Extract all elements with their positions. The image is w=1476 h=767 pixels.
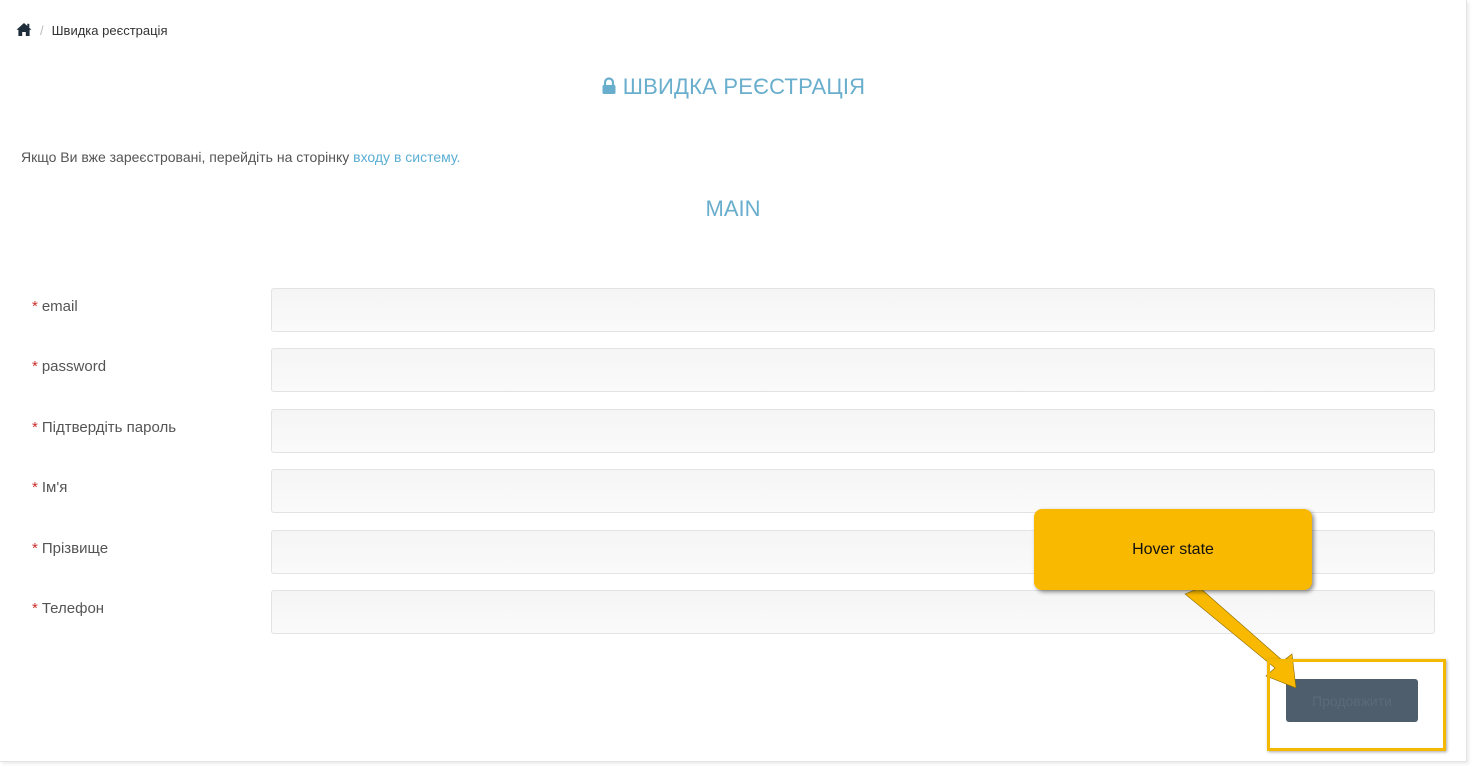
confirm-password-label: * Підтвердіть пароль	[32, 419, 177, 436]
email-row: * email	[0, 288, 1466, 332]
home-icon[interactable]	[16, 22, 32, 38]
registration-page: / Швидка реєстрація ШВИДКА РЕЄСТРАЦІЯ Як…	[0, 0, 1467, 762]
lock-icon	[601, 75, 617, 101]
confirm-password-field[interactable]	[271, 409, 1435, 453]
breadcrumb-current: Швидка реєстрація	[51, 22, 168, 38]
required-mark: *	[32, 298, 38, 315]
last-name-label: * Прізвище	[32, 540, 109, 557]
required-mark: *	[32, 358, 38, 375]
password-label: * password	[32, 358, 107, 375]
login-link[interactable]: входу в систему.	[353, 149, 460, 165]
required-mark: *	[32, 479, 38, 496]
password-field[interactable]	[271, 348, 1435, 392]
email-field[interactable]	[271, 288, 1435, 332]
breadcrumb-separator: /	[40, 22, 44, 38]
section-title: MAIN	[705, 196, 761, 221]
hover-state-callout: Hover state	[1034, 509, 1312, 590]
page-title-text: ШВИДКА РЕЄСТРАЦІЯ	[622, 74, 866, 99]
first-name-label: * Ім'я	[32, 479, 68, 496]
first-name-row: * Ім'я	[0, 469, 1466, 513]
login-hint: Якщо Ви вже зареєстровані, перейдіть на …	[21, 149, 460, 165]
page-title: ШВИДКА РЕЄСТРАЦІЯ	[0, 74, 1466, 101]
password-row: * password	[0, 348, 1466, 392]
first-name-field[interactable]	[271, 469, 1435, 513]
phone-field[interactable]	[271, 590, 1435, 634]
email-label: * email	[32, 298, 78, 315]
login-hint-text: Якщо Ви вже зареєстровані, перейдіть на …	[21, 149, 354, 165]
required-mark: *	[32, 419, 38, 436]
phone-label: * Телефон	[32, 600, 105, 617]
confirm-password-row: * Підтвердіть пароль	[0, 409, 1466, 453]
callout-text: Hover state	[1132, 540, 1214, 558]
required-mark: *	[32, 540, 38, 557]
phone-row: * Телефон	[0, 590, 1466, 634]
continue-button[interactable]: Продовжити	[1286, 679, 1418, 722]
breadcrumb: / Швидка реєстрація	[16, 20, 168, 40]
required-mark: *	[32, 600, 38, 617]
